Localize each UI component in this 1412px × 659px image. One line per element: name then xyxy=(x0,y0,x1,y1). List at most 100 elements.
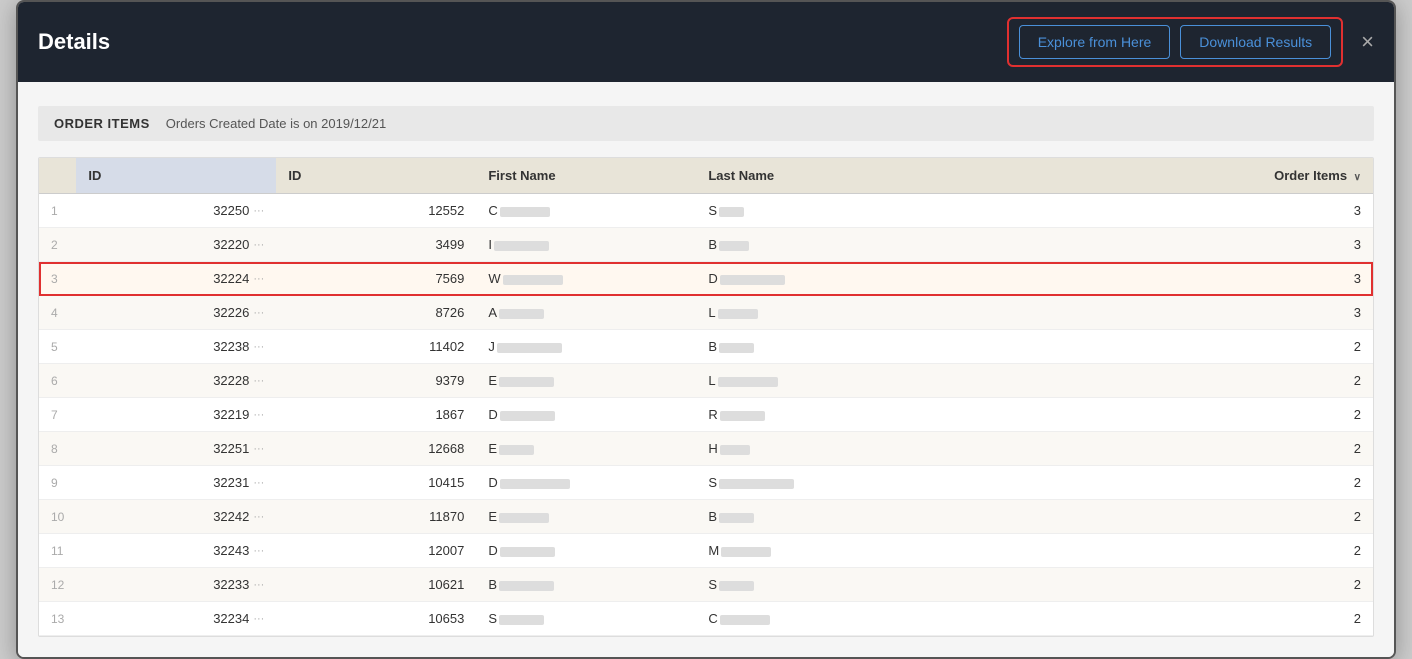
id1-value: 32224 xyxy=(213,271,249,286)
lname-blurred xyxy=(719,343,754,353)
col-header-order-items[interactable]: Order Items ∨ xyxy=(916,158,1373,194)
id1-dots: ··· xyxy=(253,375,264,387)
cell-order-items: 2 xyxy=(916,500,1373,534)
table-row[interactable]: 3 32224 ··· 7569 W D 3 xyxy=(39,262,1373,296)
table-row[interactable]: 13 32234 ··· 10653 S C 2 xyxy=(39,602,1373,636)
cell-fname: J xyxy=(476,330,696,364)
cell-lname: L xyxy=(696,364,916,398)
table-row[interactable]: 12 32233 ··· 10621 B S 2 xyxy=(39,568,1373,602)
cell-lname: M xyxy=(696,534,916,568)
cell-rownum: 3 xyxy=(39,262,76,296)
table-row[interactable]: 11 32243 ··· 12007 D M 2 xyxy=(39,534,1373,568)
col-header-id2[interactable]: ID xyxy=(276,158,476,194)
cell-order-items: 2 xyxy=(916,466,1373,500)
col-header-lname[interactable]: Last Name xyxy=(696,158,916,194)
lname-blurred xyxy=(718,309,758,319)
cell-lname: S xyxy=(696,466,916,500)
section-label-bar: ORDER ITEMS Orders Created Date is on 20… xyxy=(38,106,1374,141)
id1-value: 32234 xyxy=(213,611,249,626)
cell-rownum: 12 xyxy=(39,568,76,602)
lname-blurred xyxy=(719,479,794,489)
cell-fname: A xyxy=(476,296,696,330)
cell-lname: B xyxy=(696,500,916,534)
cell-fname: E xyxy=(476,364,696,398)
cell-fname: B xyxy=(476,568,696,602)
cell-id1: 32234 ··· xyxy=(76,602,276,636)
cell-fname: E xyxy=(476,500,696,534)
table-row[interactable]: 6 32228 ··· 9379 E L 2 xyxy=(39,364,1373,398)
cell-id2: 3499 xyxy=(276,228,476,262)
cell-id2: 12668 xyxy=(276,432,476,466)
cell-lname: B xyxy=(696,228,916,262)
cell-id2: 10653 xyxy=(276,602,476,636)
id1-dots: ··· xyxy=(253,511,264,523)
table-row[interactable]: 2 32220 ··· 3499 I B 3 xyxy=(39,228,1373,262)
fname-blurred xyxy=(500,547,555,557)
cell-order-items: 3 xyxy=(916,296,1373,330)
id1-value: 32220 xyxy=(213,237,249,252)
table-row[interactable]: 5 32238 ··· 11402 J B 2 xyxy=(39,330,1373,364)
cell-order-items: 2 xyxy=(916,364,1373,398)
cell-id1: 32231 ··· xyxy=(76,466,276,500)
cell-fname: D xyxy=(476,534,696,568)
cell-rownum: 6 xyxy=(39,364,76,398)
cell-lname: S xyxy=(696,194,916,228)
lname-blurred xyxy=(720,411,765,421)
cell-id1: 32233 ··· xyxy=(76,568,276,602)
fname-blurred xyxy=(500,411,555,421)
id1-dots: ··· xyxy=(253,307,264,319)
cell-fname: I xyxy=(476,228,696,262)
lname-blurred xyxy=(721,547,771,557)
download-results-button[interactable]: Download Results xyxy=(1180,25,1331,59)
fname-blurred xyxy=(499,615,544,625)
cell-order-items: 2 xyxy=(916,432,1373,466)
cell-fname: W xyxy=(476,262,696,296)
fname-blurred xyxy=(499,581,554,591)
cell-order-items: 3 xyxy=(916,262,1373,296)
cell-id2: 12552 xyxy=(276,194,476,228)
explore-from-here-button[interactable]: Explore from Here xyxy=(1019,25,1171,59)
id1-dots: ··· xyxy=(253,341,264,353)
modal-content: ORDER ITEMS Orders Created Date is on 20… xyxy=(18,82,1394,657)
fname-blurred xyxy=(500,479,570,489)
col-header-id1[interactable]: ID xyxy=(76,158,276,194)
table-row[interactable]: 4 32226 ··· 8726 A L 3 xyxy=(39,296,1373,330)
cell-order-items: 3 xyxy=(916,194,1373,228)
id1-dots: ··· xyxy=(253,579,264,591)
fname-blurred xyxy=(499,513,549,523)
fname-blurred xyxy=(494,241,549,251)
cell-id2: 10415 xyxy=(276,466,476,500)
id1-value: 32242 xyxy=(213,509,249,524)
id1-value: 32233 xyxy=(213,577,249,592)
cell-lname: S xyxy=(696,568,916,602)
table-row[interactable]: 8 32251 ··· 12668 E H 2 xyxy=(39,432,1373,466)
table-row[interactable]: 7 32219 ··· 1867 D R 2 xyxy=(39,398,1373,432)
lname-blurred xyxy=(720,445,750,455)
data-table-wrapper: ID ID First Name Last Name Order Items ∨… xyxy=(38,157,1374,637)
cell-id1: 32250 ··· xyxy=(76,194,276,228)
sort-desc-icon: ∨ xyxy=(1354,172,1361,183)
lname-blurred xyxy=(719,241,749,251)
fname-blurred xyxy=(503,275,563,285)
table-row[interactable]: 10 32242 ··· 11870 E B 2 xyxy=(39,500,1373,534)
modal-container: Details Explore from Here Download Resul… xyxy=(16,0,1396,659)
table-body: 1 32250 ··· 12552 C S 3 2 32220 ··· 3499… xyxy=(39,194,1373,636)
fname-blurred xyxy=(500,207,550,217)
table-row[interactable]: 9 32231 ··· 10415 D S 2 xyxy=(39,466,1373,500)
table-row[interactable]: 1 32250 ··· 12552 C S 3 xyxy=(39,194,1373,228)
cell-fname: C xyxy=(476,194,696,228)
data-table: ID ID First Name Last Name Order Items ∨… xyxy=(39,158,1373,636)
col-header-fname[interactable]: First Name xyxy=(476,158,696,194)
cell-id1: 32242 ··· xyxy=(76,500,276,534)
cell-order-items: 2 xyxy=(916,534,1373,568)
id1-dots: ··· xyxy=(253,409,264,421)
id1-value: 32226 xyxy=(213,305,249,320)
cell-rownum: 13 xyxy=(39,602,76,636)
cell-id1: 32251 ··· xyxy=(76,432,276,466)
cell-id1: 32228 ··· xyxy=(76,364,276,398)
close-button[interactable]: × xyxy=(1361,31,1374,53)
section-filter: Orders Created Date is on 2019/12/21 xyxy=(166,116,386,131)
cell-lname: B xyxy=(696,330,916,364)
cell-lname: H xyxy=(696,432,916,466)
cell-rownum: 5 xyxy=(39,330,76,364)
